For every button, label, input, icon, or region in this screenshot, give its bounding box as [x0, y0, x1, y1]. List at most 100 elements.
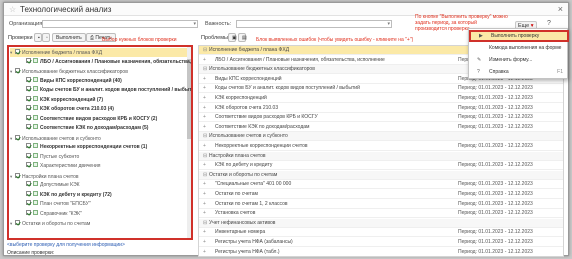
tree-item[interactable]: ▾ Использование счетов и субконто	[10, 134, 187, 143]
tree-item[interactable]: КЭК оборотов счета 210.03 (4)	[21, 105, 187, 114]
collapse-icon[interactable]: ⊟	[203, 219, 207, 228]
checkbox[interactable]	[26, 190, 31, 196]
checkbox[interactable]	[15, 172, 20, 178]
chevron-down-icon[interactable]: ▾	[193, 21, 196, 27]
menu-item[interactable]: ? Справка F1	[469, 67, 569, 78]
tree-item[interactable]: ▾ Остатки и обороты по счетам	[10, 219, 187, 228]
expand-plus-icon[interactable]: +	[203, 180, 206, 189]
vazhnost-select[interactable]: ▾	[236, 20, 392, 28]
left-panel-title: Проверки	[8, 35, 33, 41]
tree-item[interactable]: Допустимые КЭК	[21, 181, 187, 190]
checkbox[interactable]	[26, 105, 31, 111]
tree-item[interactable]: Справочник "КЭК"	[21, 209, 187, 219]
problem-row[interactable]: ⊟ Учет нефинансовых активов	[199, 218, 563, 228]
checkbox[interactable]	[26, 162, 31, 168]
tree-item[interactable]: ▾ Исполнение бюджета / плана ФХД	[10, 48, 187, 57]
toggle-button-2[interactable]: ▫	[42, 33, 50, 42]
checkbox[interactable]	[26, 57, 31, 63]
expand-plus-icon[interactable]: +	[203, 238, 206, 247]
tree-item[interactable]: Виды КПС корреспонденций (40)	[21, 76, 187, 86]
checkbox[interactable]	[15, 68, 20, 74]
checkbox[interactable]	[26, 86, 31, 92]
problem-row[interactable]: + Регистры учета НФА (забалансы) Период: 0…	[199, 238, 563, 247]
collapse-icon[interactable]: ⊟	[203, 152, 207, 161]
problem-row[interactable]: ⊟ Использование счетов и субконто	[199, 132, 563, 142]
checkbox[interactable]	[15, 134, 20, 140]
toggle-button-1[interactable]: ▪	[34, 33, 42, 42]
checkbox[interactable]	[15, 49, 20, 55]
problem-row[interactable]: ⊟ Настройки плана счетов	[199, 151, 563, 161]
tree-item[interactable]: Некорректные корреспонденции счетов (1)	[21, 143, 187, 152]
checkbox[interactable]	[26, 143, 31, 149]
tree-item[interactable]: КЭК корреспонденций (7)	[21, 95, 187, 105]
expand-plus-icon[interactable]: +	[203, 228, 206, 237]
expand-plus-icon[interactable]: +	[203, 200, 206, 209]
expand-plus-icon[interactable]: +	[203, 94, 206, 103]
problem-row[interactable]: ⊟ Остатки и обороты по счетам	[199, 170, 563, 180]
checkbox[interactable]	[26, 200, 31, 206]
collapse-icon[interactable]: ⊟	[203, 171, 207, 180]
window-title: Технологический анализ	[20, 5, 112, 14]
problem-row[interactable]: + Соответствие КЭК по доходам/расходам Пер…	[199, 123, 563, 132]
problem-period: Период: 01.01.2023 - 12.12.2023	[458, 85, 533, 92]
tree-item[interactable]: КЭК по дебету и кредиту (72)	[21, 190, 187, 200]
tree-item[interactable]: Соответствие КЭК по доходам/расходам (5)	[21, 124, 187, 133]
problem-row[interactable]: + Инвентарные номера Период: 01.01.2023 - …	[199, 228, 563, 238]
expand-plus-icon[interactable]: +	[203, 56, 206, 65]
expand-plus-icon[interactable]: +	[203, 190, 206, 199]
collapse-icon[interactable]: ⊟	[203, 132, 207, 141]
expand-plus-icon[interactable]: +	[203, 84, 206, 93]
expand-plus-icon[interactable]: +	[203, 75, 206, 84]
expand-plus-icon[interactable]: +	[203, 161, 206, 170]
right-toolbar-button-1[interactable]: ▣	[228, 33, 237, 42]
tree-item[interactable]: ▾ Использование бюджетных классификаторов	[10, 67, 187, 76]
checkbox[interactable]	[26, 95, 31, 101]
tree-item[interactable]: План счетов "ЕПСБУ"	[21, 200, 187, 209]
menu-item[interactable]: ▶ Выполнить проверку	[469, 30, 569, 42]
menu-item[interactable]: Комюда выполнения на форме	[469, 43, 569, 54]
problem-row[interactable]: + "Специальные счета" 401 00 000 Период: 0…	[199, 180, 563, 190]
problem-row[interactable]: + Установка счетов Период: 01.01.2023 - 12…	[199, 209, 563, 219]
collapse-icon[interactable]: ⊟	[203, 46, 207, 55]
tree-item[interactable]: ЛБО / Ассигнования / Плановые назначения…	[21, 57, 191, 67]
problem-row[interactable]: + Остатки по счетам 1, 2 классов Период: 0…	[199, 200, 563, 209]
problem-row[interactable]: + КЭК оборотов счета 210.03 Период: 01.01.…	[199, 104, 563, 113]
problem-row[interactable]: + Остатки по счетам Период: 01.01.2023 - 1…	[199, 190, 563, 199]
help-button[interactable]: ?	[547, 20, 551, 27]
right-toolbar-button-2[interactable]: ▤	[238, 33, 247, 42]
expand-plus-icon[interactable]: +	[203, 113, 206, 122]
star-icon[interactable]: ☆	[9, 5, 16, 14]
tree-item[interactable]: Коды счетов БУ и аналит. кодов видов пос…	[21, 86, 191, 95]
checkbox[interactable]	[26, 181, 31, 187]
org-select[interactable]: ▾	[42, 20, 198, 28]
expand-plus-icon[interactable]: +	[203, 123, 206, 132]
problem-row[interactable]: + Регистры учета НФА (табл.) Период: 01.01…	[199, 248, 563, 256]
checkbox[interactable]	[26, 124, 31, 130]
checkbox[interactable]	[26, 114, 31, 120]
expand-plus-icon[interactable]: +	[203, 209, 206, 218]
problem-title: "Специальные счета" 401 00 000	[215, 181, 292, 188]
problem-row[interactable]: + Некорректные корреспонденции счетов Пери…	[199, 142, 563, 151]
expand-plus-icon[interactable]: +	[203, 248, 206, 256]
problem-row[interactable]: + Коды счетов БУ и аналит. кодов видов по…	[199, 84, 563, 94]
expand-plus-icon[interactable]: +	[203, 104, 206, 113]
problem-title: КЭК корреспонденций	[215, 95, 267, 101]
scrollbar-thumb[interactable]	[187, 59, 191, 139]
close-icon[interactable]: ×	[558, 4, 563, 14]
problem-row[interactable]: + КЭК по дебету и кредиту Период: 01.01.20…	[199, 161, 563, 171]
tree-item[interactable]: Пустые субконто	[21, 152, 187, 162]
tree-item[interactable]: Характеристики двичения	[21, 162, 187, 171]
checkbox[interactable]	[15, 220, 20, 226]
problem-row[interactable]: + КЭК корреспонденций Период: 01.01.2023 -…	[199, 94, 563, 103]
problem-row[interactable]: + Соответствие видов расходов КРБ и КОСГУ…	[199, 113, 563, 123]
expand-plus-icon[interactable]: +	[203, 142, 206, 151]
checkbox[interactable]	[26, 209, 31, 215]
tree-item[interactable]: ▾ Настройки плана счетов	[10, 172, 187, 181]
checkbox[interactable]	[26, 76, 31, 82]
run-button[interactable]: Выполнить	[52, 33, 86, 42]
collapse-icon[interactable]: ⊟	[203, 65, 207, 74]
checkbox[interactable]	[26, 152, 31, 158]
chevron-down-icon[interactable]: ▾	[387, 21, 390, 27]
menu-item[interactable]: ✎ Изменить форму...	[469, 55, 569, 66]
tree-item[interactable]: Соответствие видов расходов КРБ и КОСГУ …	[21, 114, 187, 124]
